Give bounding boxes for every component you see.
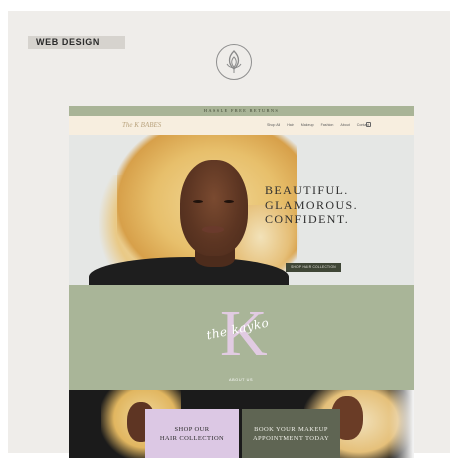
lotus-leaf-icon [216, 44, 252, 80]
hero-photo-eye-right [224, 200, 234, 203]
hero-title-line: BEAUTIFUL. [265, 183, 349, 197]
web-design-badge: WEB DESIGN [28, 36, 125, 49]
card-text-line: APPOINTMENT TODAY [252, 435, 330, 442]
card-text-line: SHOP OUR [174, 426, 210, 433]
main-nav: Shop All Hair Makeup Fashion About Conta… [267, 123, 369, 127]
announcement-bar: HASSLE FREE RETURNS [69, 106, 414, 116]
hero-title-line: CONFIDENT. [265, 212, 350, 226]
promo-photo-backlight [389, 390, 414, 458]
hero-photo-face [180, 160, 248, 256]
shop-hair-collection-card[interactable]: SHOP OUR HAIR COLLECTION [145, 409, 239, 458]
brand-logo[interactable]: The K BABES [122, 121, 161, 129]
about-section: K the kayko ABOUT US [69, 285, 414, 390]
presentation-frame: WEB DESIGN HASSLE FREE RETURNS The K BAB… [8, 11, 450, 458]
hero-title: BEAUTIFUL. GLAMOROUS. CONFIDENT. [265, 183, 358, 227]
nav-item-makeup[interactable]: Makeup [301, 123, 314, 127]
hero-photo-eye-left [193, 200, 203, 203]
hero-banner: BEAUTIFUL. GLAMOROUS. CONFIDENT. SHOP HA… [69, 135, 414, 285]
website-mockup: HASSLE FREE RETURNS The K BABES Shop All… [69, 106, 414, 458]
cart-icon[interactable] [366, 122, 371, 127]
hero-photo-lips [202, 226, 224, 233]
hero-title-line: GLAMOROUS. [265, 197, 359, 212]
book-makeup-appointment-card[interactable]: BOOK YOUR MAKEUP APPOINTMENT TODAY [242, 409, 340, 458]
nav-item-about[interactable]: About [340, 123, 349, 127]
nav-item-hair[interactable]: Hair [287, 123, 294, 127]
nav-item-fashion[interactable]: Fashion [321, 123, 334, 127]
card-text-line: BOOK YOUR MAKEUP [254, 426, 328, 433]
about-us-link[interactable]: ABOUT US [229, 378, 253, 382]
shop-hair-collection-button[interactable]: SHOP HAIR COLLECTION [286, 263, 341, 272]
card-text-line: HAIR COLLECTION [159, 435, 225, 442]
site-header: The K BABES Shop All Hair Makeup Fashion… [69, 116, 414, 135]
promo-section: SHOP OUR HAIR COLLECTION BOOK YOUR MAKEU… [69, 390, 414, 458]
nav-item-shop-all[interactable]: Shop All [267, 123, 280, 127]
